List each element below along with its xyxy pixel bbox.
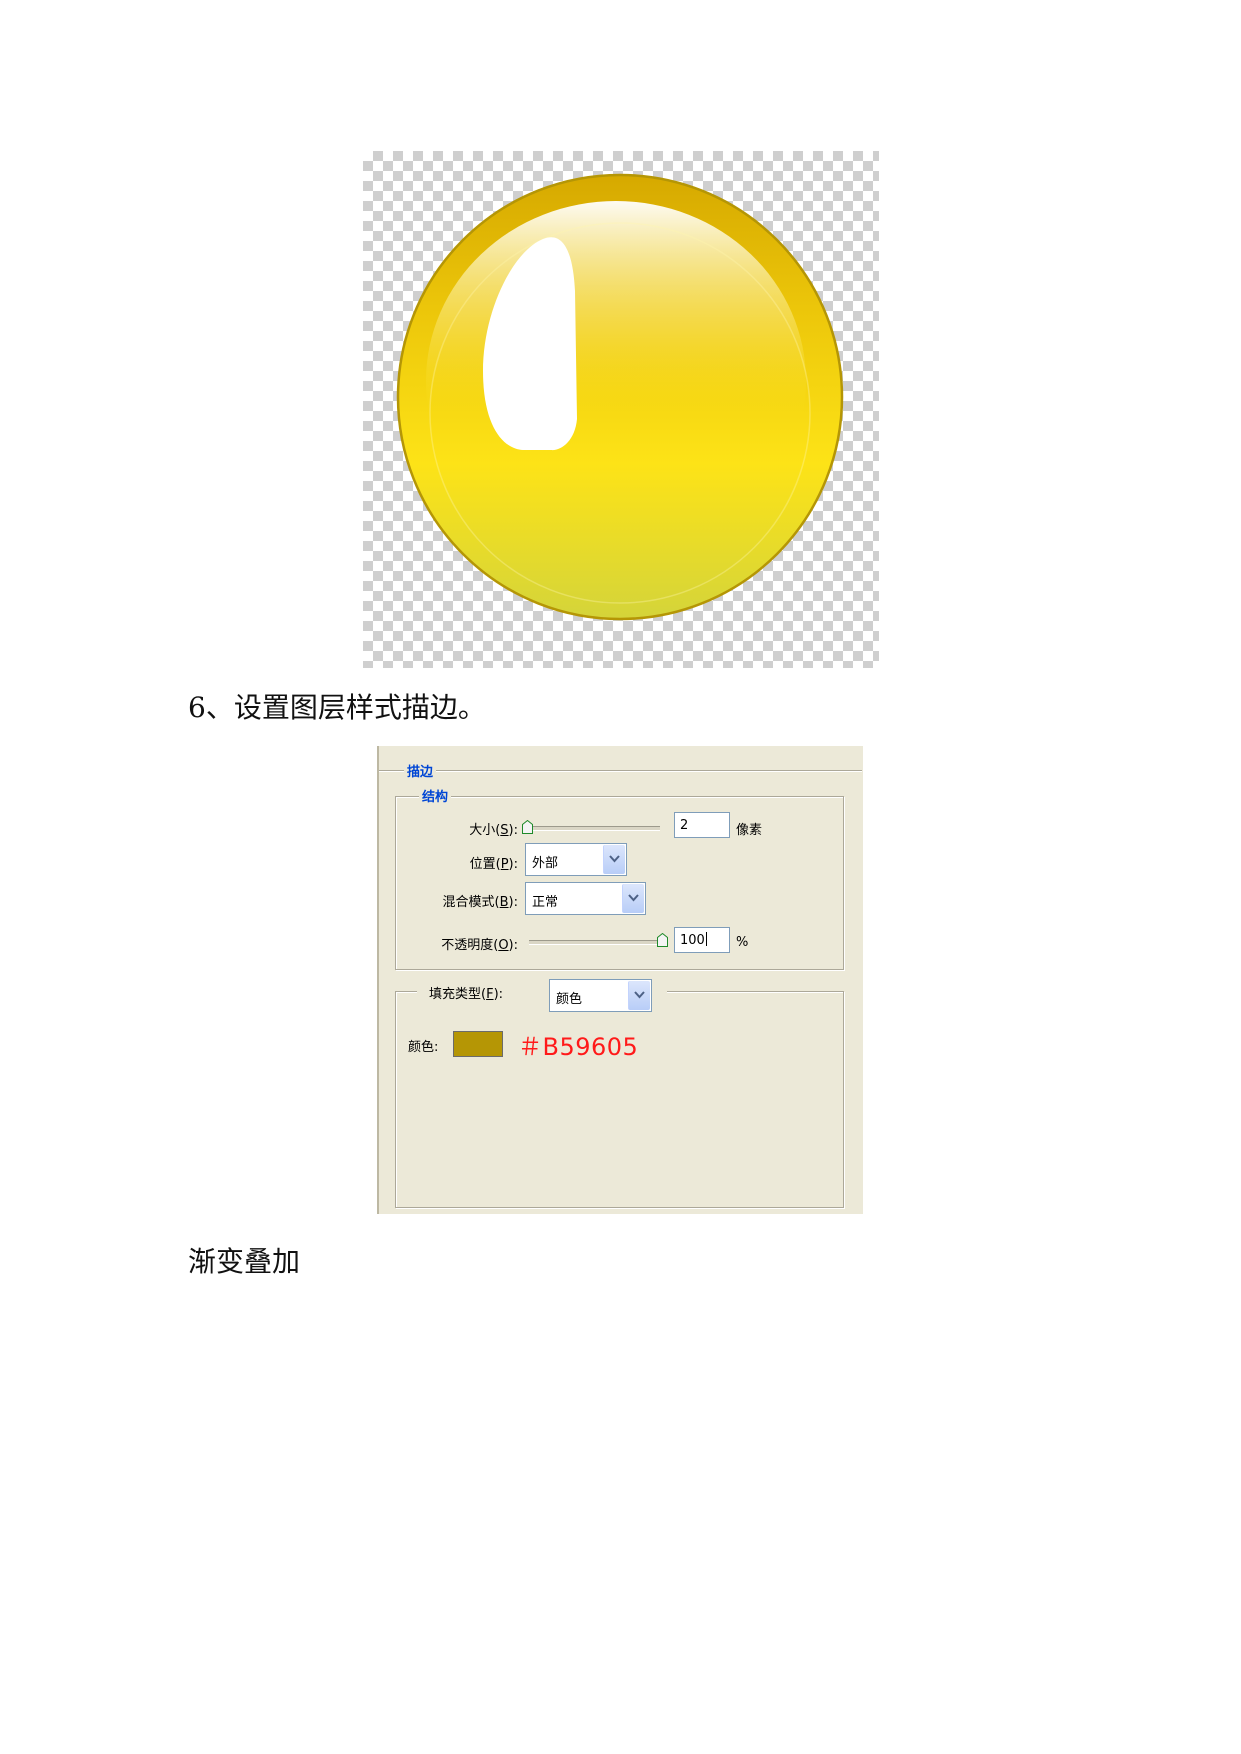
layer-style-stroke-panel: 描边 结构 大小(S): 2 像素 位置(P): 外部 混合模式(B): 正常 … — [377, 746, 864, 1214]
opacity-label: 不透明度(O): — [441, 938, 518, 953]
opacity-unit: % — [736, 935, 749, 950]
position-select-value: 外部 — [532, 856, 559, 871]
blend-mode-dropdown-button[interactable] — [622, 884, 644, 913]
fill-type-select[interactable]: 颜色 — [549, 979, 652, 1012]
size-input[interactable]: 2 — [674, 812, 730, 838]
fill-type-label: 填充类型(F): — [429, 987, 504, 1002]
glossy-ball-image — [363, 151, 879, 668]
opacity-input[interactable]: 100 — [674, 927, 730, 953]
color-swatch[interactable] — [453, 1031, 503, 1057]
size-slider-track[interactable] — [527, 826, 660, 831]
section-rule — [379, 770, 862, 772]
blend-mode-select[interactable]: 正常 — [525, 882, 646, 915]
ball-inner-glow — [426, 201, 806, 561]
panel-right-edge — [863, 746, 864, 1214]
structure-title: 结构 — [419, 786, 452, 805]
panel-left-edge — [377, 746, 379, 1214]
step-caption: 6、设置图层样式描边。 — [188, 691, 486, 724]
size-label: 大小(S): — [469, 823, 518, 838]
next-step-caption: 渐变叠加 — [188, 1245, 301, 1278]
fill-type-dropdown-button[interactable] — [628, 981, 650, 1010]
position-select[interactable]: 外部 — [525, 843, 627, 876]
color-label: 颜色: — [408, 1040, 439, 1055]
chevron-down-icon — [609, 855, 620, 863]
section-title-stroke: 描边 — [404, 761, 437, 780]
chevron-down-icon — [634, 991, 645, 999]
fill-type-group — [395, 991, 844, 1208]
position-dropdown-button[interactable] — [603, 845, 625, 874]
color-hex-annotation: ＃B59605 — [518, 1033, 639, 1061]
ball-graphic — [396, 173, 844, 621]
size-slider-thumb[interactable] — [522, 820, 533, 834]
chevron-down-icon — [628, 894, 639, 902]
fill-type-select-value: 颜色 — [556, 992, 583, 1007]
opacity-slider-track[interactable] — [529, 940, 662, 945]
blend-mode-select-value: 正常 — [532, 895, 559, 910]
opacity-slider-thumb[interactable] — [657, 933, 668, 947]
size-unit: 像素 — [736, 823, 763, 838]
position-label: 位置(P): — [469, 857, 518, 872]
text-caret — [705, 932, 707, 946]
blend-mode-label: 混合模式(B): — [442, 895, 518, 910]
